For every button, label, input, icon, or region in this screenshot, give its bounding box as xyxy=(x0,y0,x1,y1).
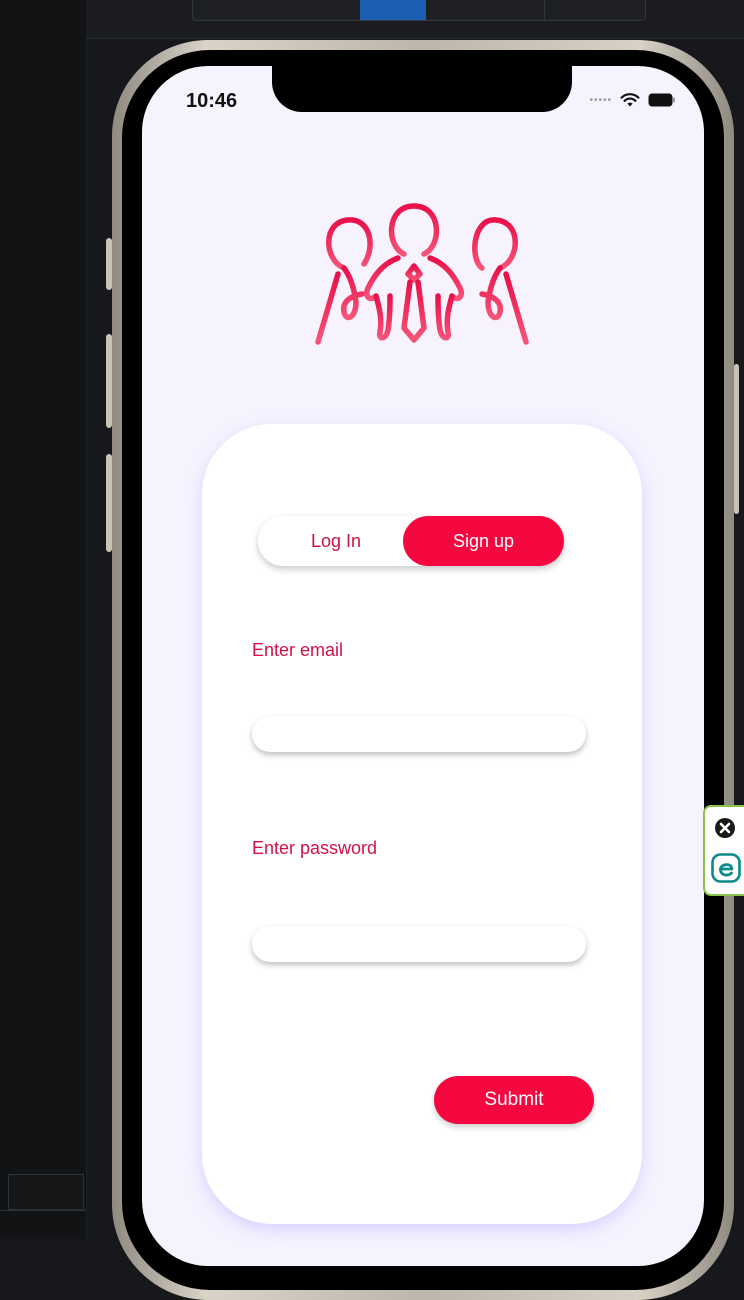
close-icon[interactable] xyxy=(714,817,736,839)
ide-left-panel xyxy=(0,0,87,1239)
password-field[interactable] xyxy=(252,926,586,962)
status-icons: ••••• xyxy=(589,92,676,108)
eset-e-icon[interactable] xyxy=(711,853,741,883)
status-time: 10:46 xyxy=(186,90,238,112)
battery-icon xyxy=(648,93,675,107)
wifi-icon xyxy=(620,93,640,107)
phone-volume-up-button xyxy=(106,334,112,428)
email-field[interactable] xyxy=(252,716,586,752)
signal-dots-icon: ••••• xyxy=(589,94,612,106)
ide-segment-divider xyxy=(544,0,545,20)
phone-volume-down-button xyxy=(106,454,112,552)
login-tab[interactable]: Log In xyxy=(258,516,414,566)
extension-widget xyxy=(703,805,744,896)
ide-active-segment[interactable] xyxy=(360,0,426,20)
phone-notch xyxy=(272,66,572,112)
phone-screen: 10:46 ••••• Log In Sign up Enter email E… xyxy=(142,66,704,1266)
auth-card: Log In Sign up Enter email Enter passwor… xyxy=(202,424,642,1224)
team-people-logo-icon xyxy=(315,203,529,345)
phone-mute-button xyxy=(106,238,112,290)
submit-button[interactable]: Submit xyxy=(434,1076,594,1124)
ide-bottom-field xyxy=(8,1174,84,1210)
auth-mode-toggle: Log In Sign up xyxy=(258,516,564,566)
phone-power-button xyxy=(734,364,739,514)
ide-segmented-control xyxy=(192,0,646,21)
email-label: Enter email xyxy=(252,640,344,660)
password-label: Enter password xyxy=(252,838,378,858)
ide-divider xyxy=(0,1210,86,1211)
signup-tab[interactable]: Sign up xyxy=(403,516,564,566)
